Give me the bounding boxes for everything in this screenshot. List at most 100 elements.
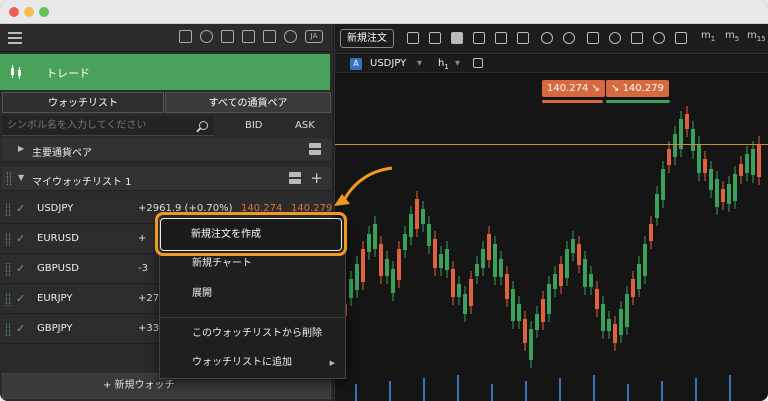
tf-m5[interactable]: m5 — [725, 30, 739, 43]
candle-body — [439, 254, 443, 268]
chart-toolbar: 新規注文 m1 m5 m15 — [335, 24, 768, 54]
external-link-icon[interactable] — [473, 58, 483, 68]
candle-body — [499, 259, 503, 277]
drag-handle-icon[interactable] — [6, 203, 10, 216]
fullscreen-icon[interactable] — [242, 30, 255, 43]
volume-bar — [559, 378, 561, 401]
titlebar — [0, 0, 768, 24]
layers-icon[interactable] — [631, 32, 643, 44]
settings-icon[interactable] — [675, 32, 687, 44]
expand-icon[interactable]: ▶ — [18, 144, 24, 153]
row-change: + — [138, 233, 147, 244]
window-icon[interactable] — [263, 30, 276, 43]
close-button[interactable] — [9, 7, 19, 17]
minimize-button[interactable] — [24, 7, 34, 17]
chart-period[interactable]: h1 — [438, 58, 449, 71]
volume-icon[interactable] — [284, 30, 297, 43]
candle-body — [481, 249, 485, 268]
group-major-pairs[interactable]: ▶ 主要通貨ペア — [2, 138, 331, 162]
tab-all-pairs[interactable]: すべての通貨ペア — [165, 92, 331, 113]
drag-handle-icon[interactable] — [7, 172, 11, 185]
group-my-watchlist[interactable]: ▼ マイウォッチリスト 1 + — [2, 167, 331, 191]
tab-watchlist[interactable]: ウォッチリスト — [2, 92, 164, 113]
candle-body — [751, 149, 755, 175]
bid-header[interactable]: BID — [245, 120, 263, 131]
collapse-arrow-icon[interactable]: ▼ — [18, 173, 24, 182]
zoom-out-icon[interactable] — [541, 32, 553, 44]
calculator-icon[interactable] — [221, 30, 234, 43]
trade-header[interactable]: トレード — [0, 54, 330, 90]
new-order-button[interactable]: 新規注文 — [340, 29, 394, 48]
volume-bar — [593, 375, 595, 401]
candlestick-chart[interactable] — [335, 74, 768, 401]
candle-body — [373, 224, 377, 249]
candle-body — [391, 269, 395, 293]
dropdown-icon[interactable]: ▾ — [417, 58, 422, 69]
drawing-icon[interactable] — [517, 32, 529, 44]
menu-item-add-to-watchlist[interactable]: ウォッチリストに追加 ▶ — [160, 350, 345, 376]
grid-layout-icon[interactable] — [451, 32, 463, 44]
menu-icon[interactable] — [8, 32, 22, 44]
split-layout-icon[interactable] — [495, 32, 507, 44]
candle-body — [691, 129, 695, 151]
volume-bar — [457, 375, 459, 401]
candle-body — [649, 224, 653, 241]
candle-body — [469, 279, 473, 306]
tf-m5-unit: m — [725, 30, 735, 41]
zoom-button[interactable] — [39, 7, 49, 17]
tf-m1-unit: m — [701, 30, 711, 41]
row-change: -3 — [138, 263, 148, 274]
collapse-icon[interactable] — [309, 143, 321, 155]
candle-body — [571, 239, 575, 253]
drag-handle-icon[interactable] — [6, 263, 10, 276]
candle-body — [349, 279, 353, 298]
volume-bar — [423, 378, 425, 401]
candle-body — [397, 249, 401, 280]
drag-handle-icon[interactable] — [6, 233, 10, 246]
menu-item-new-order[interactable]: 新規注文を作成 — [160, 218, 342, 251]
cursor-icon[interactable] — [200, 30, 213, 43]
candle-body — [667, 149, 671, 165]
layout-icon[interactable] — [429, 32, 441, 44]
volume-bar — [525, 381, 527, 401]
tf-m1[interactable]: m1 — [701, 30, 715, 43]
search-icon[interactable] — [199, 121, 208, 130]
dropdown-icon[interactable]: ▾ — [455, 58, 460, 69]
single-layout-icon[interactable] — [473, 32, 485, 44]
auto-badge[interactable]: A — [350, 58, 362, 70]
drag-handle-icon[interactable] — [6, 293, 10, 306]
lang-icon[interactable]: JA — [305, 30, 323, 43]
group-label: マイウォッチリスト 1 — [32, 177, 132, 188]
row-symbol: GBPUSD — [37, 263, 80, 274]
chart-type-icon[interactable] — [407, 32, 419, 44]
candle-body — [661, 169, 665, 200]
symbol-search-input[interactable]: シンボル名を入力してください — [2, 116, 214, 136]
mail-icon[interactable] — [179, 30, 192, 43]
tf-m15[interactable]: m15 — [747, 30, 766, 43]
menu-item-remove[interactable]: このウォッチリストから削除 — [160, 321, 345, 347]
candle-body — [361, 249, 365, 282]
indicator-icon[interactable] — [587, 32, 599, 44]
candle-body — [535, 314, 539, 330]
drag-handle-icon[interactable] — [6, 323, 10, 336]
chart-symbol[interactable]: USDJPY — [370, 58, 406, 69]
candle-body — [709, 169, 713, 190]
menu-item-expand[interactable]: 展開 — [160, 281, 345, 307]
price-line — [335, 144, 768, 145]
ask-header[interactable]: ASK — [295, 120, 315, 131]
tf-m5-num: 5 — [734, 35, 740, 43]
candle-body — [739, 164, 743, 176]
candle-body — [757, 144, 761, 177]
volume-bar — [491, 384, 493, 401]
candle-body — [505, 274, 509, 299]
candle-body — [589, 274, 593, 287]
zoom-in-icon[interactable] — [563, 32, 575, 44]
function-icon[interactable] — [609, 32, 621, 44]
candle-body — [475, 264, 479, 276]
candle-body — [547, 284, 551, 314]
menu-divider — [160, 317, 345, 318]
eye-icon[interactable] — [653, 32, 665, 44]
candle-body — [733, 174, 737, 201]
collapse-icon[interactable] — [289, 172, 301, 184]
callout-arrow-icon — [334, 166, 393, 206]
